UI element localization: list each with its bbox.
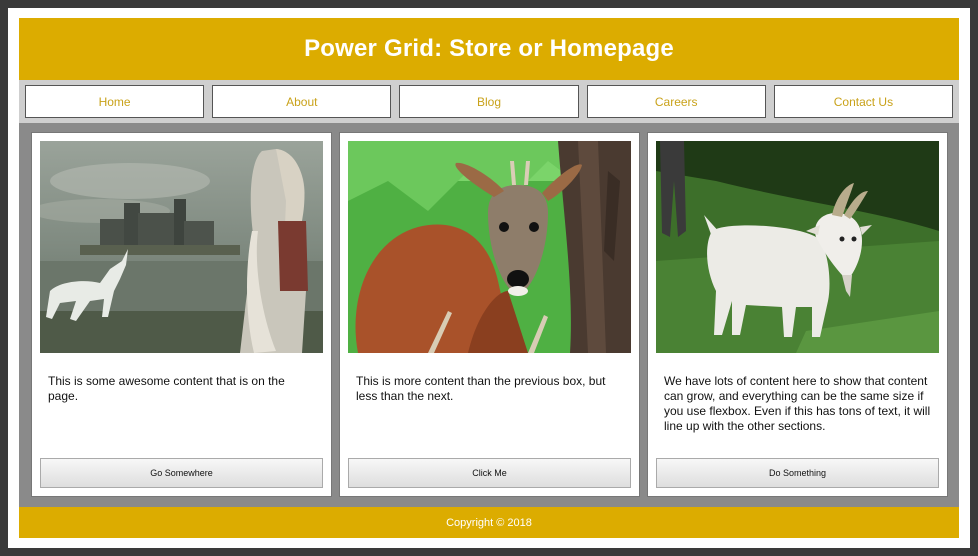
goat-photo (656, 141, 939, 353)
nav-item-home[interactable]: Home (25, 85, 205, 118)
nav-item-about[interactable]: About (212, 85, 392, 118)
copyright-text: Copyright © 2018 (446, 516, 532, 529)
nav-item-blog[interactable]: Blog (399, 85, 579, 118)
page: Power Grid: Store or Homepage Home About… (19, 18, 959, 538)
deer-photo (348, 141, 631, 353)
click-me-button[interactable]: Click Me (348, 458, 631, 488)
nav-item-careers[interactable]: Careers (586, 85, 766, 118)
card-text: This is some awesome content that is on … (48, 374, 285, 403)
site-header: Power Grid: Store or Homepage (19, 18, 959, 80)
card-grid: This is some awesome content that is on … (19, 123, 959, 507)
card-1: This is some awesome content that is on … (31, 132, 332, 497)
main-nav: Home About Blog Careers Contact Us (19, 80, 959, 123)
card-3: We have lots of content here to show tha… (647, 132, 948, 497)
go-somewhere-button[interactable]: Go Somewhere (40, 458, 323, 488)
card-text: We have lots of content here to show tha… (664, 374, 931, 433)
site-footer: Copyright © 2018 (19, 507, 959, 538)
unicorn-castle-woman-photo (40, 141, 323, 353)
page-frame: Power Grid: Store or Homepage Home About… (8, 8, 970, 548)
card-2: This is more content than the previous b… (339, 132, 640, 497)
do-something-button[interactable]: Do Something (656, 458, 939, 488)
card-text: This is more content than the previous b… (356, 374, 606, 403)
nav-item-contact-us[interactable]: Contact Us (773, 85, 954, 118)
page-title: Power Grid: Store or Homepage (304, 35, 674, 62)
